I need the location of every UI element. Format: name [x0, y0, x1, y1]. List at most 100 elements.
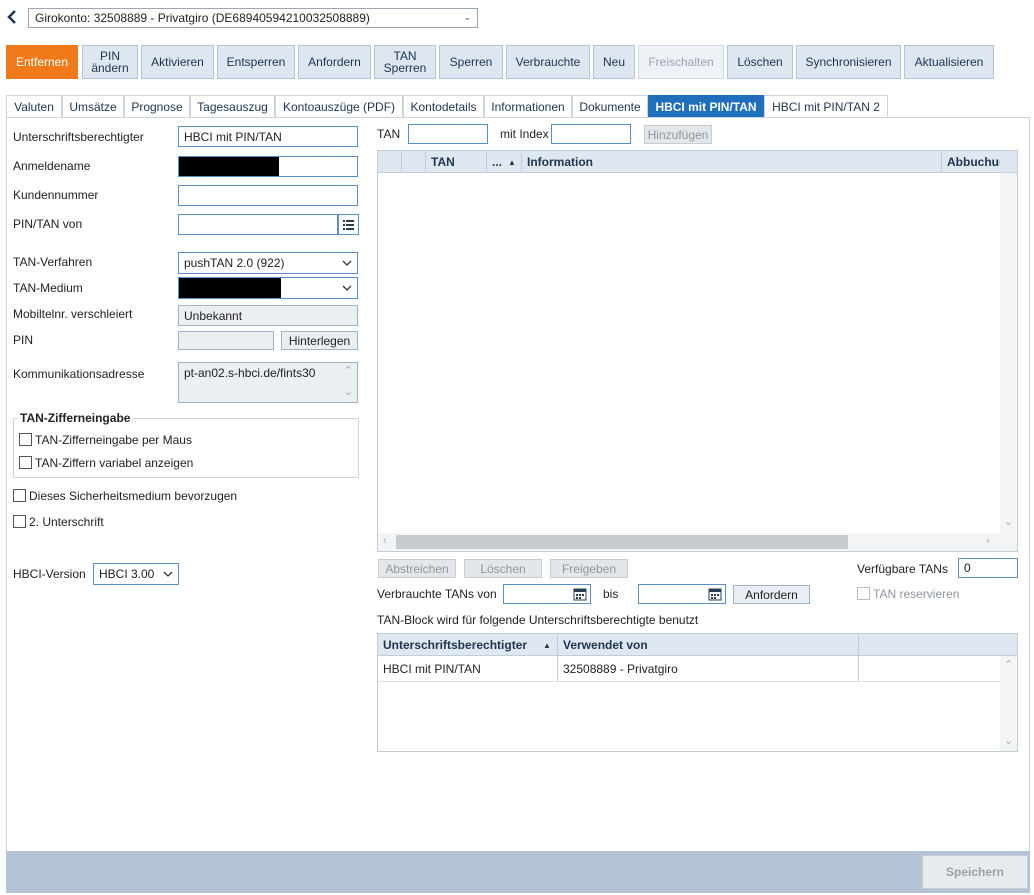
scroll-right-icon[interactable]: › [986, 535, 990, 547]
scroll-up-icon[interactable]: ⌃ [1004, 658, 1013, 671]
col-tan[interactable]: TAN [426, 151, 486, 173]
pin-label: PIN [13, 333, 34, 347]
entfernen-button[interactable]: Entfernen [6, 45, 78, 79]
unterschrift2-checkbox[interactable] [13, 515, 26, 528]
tan-verfahren-label: TAN-Verfahren [13, 255, 93, 269]
col-unterschriftsberechtigter[interactable]: Unterschriftsberechtigter ▲ [378, 634, 558, 656]
ziffer-variabel-checkbox[interactable] [19, 456, 32, 469]
verbrauchte-von-label: Verbrauchte TANs von [377, 587, 497, 601]
tan-sperren-button[interactable]: TAN Sperren [374, 45, 436, 79]
pin-field[interactable] [178, 331, 274, 350]
mit-index-input[interactable] [551, 124, 631, 144]
bevorzugen-checkbox[interactable] [13, 489, 26, 502]
pin-aendern-label-2: ändern [91, 61, 129, 75]
hbci-version-select[interactable]: HBCI 3.00 [93, 563, 179, 585]
vertical-scrollbar[interactable] [1000, 173, 1017, 533]
tab-prognose[interactable]: Prognose [124, 95, 190, 117]
block-info-label: TAN-Block wird für folgende Unterschrift… [377, 613, 699, 627]
tan-reservieren-checkbox[interactable] [857, 587, 870, 600]
unterschrift-label: Unterschriftsberechtigter [13, 130, 144, 144]
pintan-von-label: PIN/TAN von [13, 217, 83, 231]
entsperren-button[interactable]: Entsperren [217, 45, 295, 79]
freigeben-button[interactable]: Freigeben [550, 559, 628, 578]
ziffer-group-title: TAN-Zifferneingabe [18, 411, 133, 425]
abstreichen-button[interactable]: Abstreichen [378, 559, 456, 578]
scroll-left-icon[interactable]: ‹ [383, 535, 387, 547]
scroll-down-icon[interactable]: ⌄ [1004, 515, 1013, 528]
calendar-icon[interactable] [573, 587, 587, 604]
mit-index-label: mit Index [500, 127, 549, 141]
kundennummer-field[interactable] [178, 185, 358, 206]
sort-asc-icon: ▲ [543, 640, 551, 650]
pin-aendern-button[interactable]: PIN ändern [82, 45, 138, 79]
anfordern-button[interactable]: Anfordern [298, 45, 371, 79]
redacted-block [179, 157, 279, 176]
speichern-button[interactable]: Speichern [922, 855, 1028, 889]
col-dots[interactable]: ... ▲ [487, 151, 520, 173]
ziffer-maus-label: TAN-Zifferneingabe per Maus [35, 433, 192, 447]
tab-kontodetails[interactable]: Kontodetails [403, 95, 484, 117]
tab-hbci-pin-tan-2[interactable]: HBCI mit PIN/TAN 2 [764, 95, 888, 117]
tan-medium-label: TAN-Medium [13, 281, 83, 295]
aktivieren-button[interactable]: Aktivieren [141, 45, 214, 79]
hinterlegen-button[interactable]: Hinterlegen [281, 331, 358, 350]
chevron-down-icon [342, 280, 352, 297]
chevron-down-icon [342, 255, 352, 272]
freischalten-button[interactable]: Freischalten [638, 45, 724, 79]
hbci-version-value: HBCI 3.00 [99, 567, 155, 581]
anmeldename-label: Anmeldename [13, 159, 91, 173]
footer-bar [6, 851, 1030, 893]
chevron-down-icon [163, 566, 173, 583]
tan-anfordern-button[interactable]: Anfordern [733, 585, 810, 604]
col-information[interactable]: Information [522, 151, 942, 173]
back-arrow-icon[interactable] [6, 9, 18, 25]
block-table: Unterschriftsberechtigter ▲ Verwendet vo… [377, 633, 1018, 752]
tan-input[interactable] [408, 124, 488, 144]
scroll-down-icon[interactable]: ⌄ [1004, 734, 1013, 747]
ziffer-variabel-label: TAN-Ziffern variabel anzeigen [35, 456, 194, 470]
loeschen-button[interactable]: Löschen [727, 45, 793, 79]
col-dots-label: ... [492, 155, 503, 169]
tab-umsaetze[interactable]: Umsätze [62, 95, 124, 117]
calendar-icon[interactable] [708, 587, 722, 604]
hbci-version-label: HBCI-Version [13, 567, 86, 581]
tab-dokumente[interactable]: Dokumente [572, 95, 648, 117]
tab-kontoauszuege[interactable]: Kontoauszüge (PDF) [275, 95, 403, 117]
verfuegbare-field: 0 [958, 558, 1018, 578]
scroll-up-icon[interactable]: ⌃ [344, 364, 353, 377]
tab-tagesauszug[interactable]: Tagesauszug [190, 95, 275, 117]
neu-button[interactable]: Neu [593, 45, 635, 79]
pintan-von-field[interactable] [178, 214, 338, 235]
aktualisieren-button[interactable]: Aktualisieren [904, 45, 994, 79]
bevorzugen-label: Dieses Sicherheitsmedium bevorzugen [29, 489, 238, 503]
list-icon[interactable] [338, 214, 359, 235]
verfuegbare-label: Verfügbare TANs [857, 562, 948, 576]
unterschrift2-label: 2. Unterschrift [29, 515, 104, 529]
horizontal-scrollbar-thumb[interactable] [396, 535, 848, 549]
col-abbuchung[interactable]: Abbuchun [942, 151, 1000, 173]
ziffer-maus-checkbox[interactable] [19, 433, 32, 446]
verbrauchte-von-date[interactable] [503, 584, 591, 604]
tab-hbci-pin-tan[interactable]: HBCI mit PIN/TAN [648, 95, 764, 117]
verbrauchte-bis-date[interactable] [638, 584, 726, 604]
unterschrift-field[interactable]: HBCI mit PIN/TAN [178, 126, 358, 147]
komm-field: pt-an02.s-hbci.de/fints30 ⌃ ⌄ [178, 362, 358, 403]
tab-informationen[interactable]: Informationen [484, 95, 572, 117]
col-divider [401, 151, 402, 173]
tan-loeschen-button[interactable]: Löschen [464, 559, 542, 578]
hinzufuegen-button[interactable]: Hinzufügen [644, 125, 712, 144]
table-cell: HBCI mit PIN/TAN [383, 662, 481, 676]
tab-valuten[interactable]: Valuten [6, 95, 62, 117]
tan-sperren-label-2: Sperren [383, 61, 427, 75]
col-verwendet-von[interactable]: Verwendet von [558, 634, 858, 656]
table-cell: 32508889 - Privatgiro [563, 662, 678, 676]
scroll-down-icon[interactable]: ⌄ [344, 385, 353, 398]
chevron-down-icon: ⌄ [463, 12, 471, 22]
verbrauchte-button[interactable]: Verbrauchte [506, 45, 590, 79]
account-select[interactable]: Girokonto: 32508889 - Privatgiro (DE6894… [28, 8, 478, 28]
table-row[interactable]: HBCI mit PIN/TAN 32508889 - Privatgiro [378, 656, 1000, 682]
tan-verfahren-select[interactable]: pushTAN 2.0 (922) [178, 252, 358, 274]
sperren-button[interactable]: Sperren [439, 45, 503, 79]
tan-verfahren-value: pushTAN 2.0 (922) [184, 256, 285, 270]
synchronisieren-button[interactable]: Synchronisieren [796, 45, 901, 79]
